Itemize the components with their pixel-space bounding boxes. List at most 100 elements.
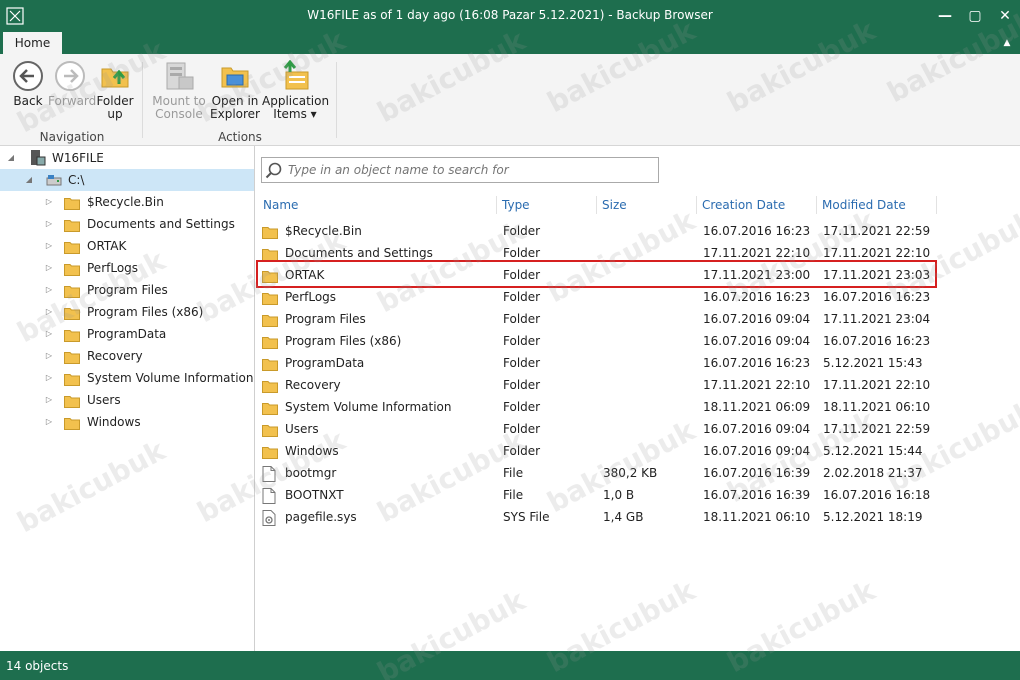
group-actions-label: Actions	[218, 130, 262, 144]
system-file-icon	[262, 510, 278, 526]
tree-node-folder[interactable]: ▷ System Volume Information	[0, 367, 254, 389]
expand-arrow-icon[interactable]: ▷	[44, 279, 54, 301]
drive-icon	[46, 175, 62, 186]
app-items-label-2: Items ▾	[273, 107, 317, 121]
file-row[interactable]: Windows Folder 16.07.2016 09:04 5.12.2021 1…	[256, 440, 956, 462]
expand-arrow-icon[interactable]: ▷	[44, 213, 54, 235]
cell-name: bootmgr	[285, 466, 337, 480]
cell-creation-date: 18.11.2021 06:09	[703, 400, 811, 414]
expand-arrow-icon[interactable]: ▷	[44, 345, 54, 367]
column-divider[interactable]	[696, 196, 697, 214]
computer-icon	[31, 150, 46, 166]
tree-node-label: System Volume Information	[87, 371, 254, 385]
open-in-explorer-button[interactable]: Open in Explorer	[210, 60, 260, 121]
tree-node-folder[interactable]: ▷ $Recycle.Bin	[0, 191, 254, 213]
tree-node-label: ProgramData	[87, 327, 167, 341]
close-icon[interactable]: ✕	[990, 4, 1020, 28]
expand-arrow-icon[interactable]: ▷	[44, 411, 54, 433]
cell-creation-date: 16.07.2016 16:23	[703, 224, 811, 238]
file-row[interactable]: Program Files Folder 16.07.2016 09:04 17.11…	[256, 308, 956, 330]
expand-arrow-icon[interactable]: ▷	[44, 367, 54, 389]
file-icon	[262, 466, 278, 482]
tree-node-folder[interactable]: ▷ Program Files	[0, 279, 254, 301]
search-input[interactable]	[288, 161, 648, 179]
tree-node-folder[interactable]: ▷ Windows	[0, 411, 254, 433]
minimize-icon[interactable]: —	[930, 4, 960, 28]
collapse-ribbon-icon[interactable]: ▲	[1000, 36, 1014, 50]
column-divider[interactable]	[936, 196, 937, 214]
file-row[interactable]: Recovery Folder 17.11.2021 22:10 17.11.2021…	[256, 374, 956, 396]
application-items-button[interactable]: Application Items ▾	[262, 60, 329, 121]
expand-arrow-icon[interactable]: ▷	[44, 257, 54, 279]
back-button[interactable]: Back	[8, 60, 48, 108]
folder-icon	[64, 327, 80, 342]
tree-node-folder[interactable]: ▷ ProgramData	[0, 323, 254, 345]
collapse-arrow-icon[interactable]: ◢	[24, 169, 34, 191]
file-row[interactable]: bootmgr File 380,2 KB 16.07.2016 16:39 2.02.…	[256, 462, 956, 484]
expand-arrow-icon[interactable]: ▷	[44, 235, 54, 257]
forward-label: Forward	[48, 94, 97, 108]
cell-name: Windows	[285, 444, 339, 458]
tree-node-label: Program Files	[87, 283, 168, 297]
cell-creation-date: 16.07.2016 09:04	[703, 334, 811, 348]
cell-name: Program Files (x86)	[285, 334, 402, 348]
maximize-icon[interactable]: ▢	[960, 4, 990, 28]
column-header-type[interactable]: Type	[502, 198, 530, 216]
tree-node-drive[interactable]: ◢ C:\	[0, 169, 254, 191]
folder-icon	[64, 305, 80, 320]
mount-label-2: Console	[155, 107, 203, 121]
tree-node-folder[interactable]: ▷ Users	[0, 389, 254, 411]
expand-arrow-icon[interactable]: ▷	[44, 389, 54, 411]
file-row[interactable]: BOOTNXT File 1,0 B 16.07.2016 16:39 16.07.20…	[256, 484, 956, 506]
forward-arrow-icon	[55, 61, 85, 91]
cell-creation-date: 16.07.2016 09:04	[703, 312, 811, 326]
tree-node-folder[interactable]: ▷ Documents and Settings	[0, 213, 254, 235]
column-divider[interactable]	[816, 196, 817, 214]
cell-modified-date: 17.11.2021 22:59	[823, 224, 931, 238]
expand-arrow-icon[interactable]: ▷	[44, 191, 54, 213]
tree-node-folder[interactable]: ▷ PerfLogs	[0, 257, 254, 279]
mount-to-console-button[interactable]: Mount to Console	[150, 60, 208, 121]
cell-type: Folder	[503, 356, 541, 370]
cell-type: File	[503, 466, 524, 480]
folder-up-label-2: up	[107, 107, 123, 121]
file-row[interactable]: $Recycle.Bin Folder 16.07.2016 16:23 17.11.…	[256, 220, 956, 242]
cell-modified-date: 16.07.2016 16:23	[823, 334, 931, 348]
cell-modified-date: 18.11.2021 06:10	[823, 400, 931, 414]
tree-node-folder[interactable]: ▷ Program Files (x86)	[0, 301, 254, 323]
collapse-arrow-icon[interactable]: ◢	[6, 147, 16, 169]
tree-node-root[interactable]: ◢ W16FILE	[0, 147, 254, 169]
column-header-modified-date[interactable]: Modified Date	[822, 198, 906, 216]
forward-button[interactable]: Forward	[48, 60, 96, 108]
file-row[interactable]: Program Files (x86) Folder 16.07.2016 09:0…	[256, 330, 956, 352]
tree-node-folder[interactable]: ▷ ORTAK	[0, 235, 254, 257]
file-row[interactable]: PerfLogs Folder 16.07.2016 16:23 16.07.2016…	[256, 286, 956, 308]
column-divider[interactable]	[496, 196, 497, 214]
file-row[interactable]: Users Folder 16.07.2016 09:04 17.11.2021 22…	[256, 418, 956, 440]
column-header-creation-date[interactable]: Creation Date	[702, 198, 785, 216]
cell-name: Program Files	[285, 312, 366, 326]
search-icon	[265, 162, 282, 179]
folder-up-icon	[101, 68, 129, 88]
cell-name: $Recycle.Bin	[285, 224, 362, 238]
column-header-name[interactable]: Name	[263, 198, 298, 216]
file-row[interactable]: pagefile.sys SYS File 1,4 GB 18.11.2021 06:…	[256, 506, 956, 528]
cell-size: 1,0 B	[603, 488, 635, 502]
expand-arrow-icon[interactable]: ▷	[44, 323, 54, 345]
column-divider[interactable]	[596, 196, 597, 214]
cell-name: Users	[285, 422, 319, 436]
folder-icon	[262, 224, 278, 239]
tree-node-folder[interactable]: ▷ Recovery	[0, 345, 254, 367]
tree-node-drive-label: C:\	[68, 173, 85, 187]
cell-modified-date: 16.07.2016 16:23	[823, 290, 931, 304]
folder-icon	[262, 444, 278, 459]
column-header-size[interactable]: Size	[602, 198, 627, 216]
tree-node-label: Windows	[87, 415, 141, 429]
search-box[interactable]	[261, 157, 659, 183]
file-row[interactable]: System Volume Information Folder 18.11.202…	[256, 396, 956, 418]
tab-home[interactable]: Home	[3, 32, 62, 55]
expand-arrow-icon[interactable]: ▷	[44, 301, 54, 323]
file-row[interactable]: ProgramData Folder 16.07.2016 16:23 5.12.20…	[256, 352, 956, 374]
ribbon-separator	[142, 62, 143, 138]
folder-up-button[interactable]: Folder up	[94, 60, 136, 121]
